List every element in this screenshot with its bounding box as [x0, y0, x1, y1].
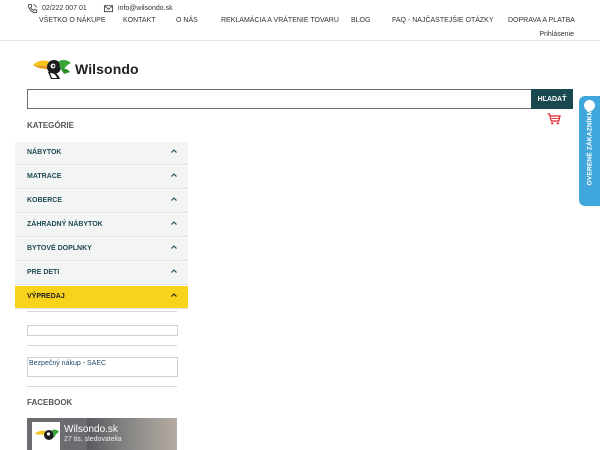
category-label: MATRACE: [27, 173, 62, 180]
phone-icon: [27, 3, 38, 14]
category-label: NÁBYTOK: [27, 149, 62, 156]
category-list: NÁBYTOK MATRACE KOBERCE ZÁHRADNÝ NÁBYTOK…: [15, 142, 188, 310]
category-item-zahradny-nabytok[interactable]: ZÁHRADNÝ NÁBYTOK: [15, 214, 188, 237]
mail-icon: [103, 5, 114, 13]
facebook-followers: 27 tis. sledovatelia: [64, 436, 122, 443]
toucan-avatar-icon: [35, 429, 59, 440]
divider: [27, 311, 177, 312]
search-button[interactable]: HĽADAŤ: [531, 89, 573, 109]
secure-shopping-box: Bezpečný nákup - SAEC: [27, 357, 178, 377]
category-label: BYTOVÉ DOPLNKY: [27, 245, 92, 252]
facebook-page-name: Wilsondo.sk: [64, 424, 118, 435]
category-item-bytove-doplnky[interactable]: BYTOVÉ DOPLNKY: [15, 238, 188, 261]
chevron-up-icon: [171, 221, 177, 225]
category-label: VÝPREDAJ: [27, 293, 65, 300]
chevron-up-icon: [171, 173, 177, 177]
nav-item-faq[interactable]: FAQ - NAJČASTEJŠIE OTÁZKY: [392, 17, 494, 24]
nav-item-doprava-a-platba[interactable]: DOPRAVA A PLATBA: [508, 17, 575, 24]
cart-button[interactable]: [547, 112, 561, 130]
nav-item-reklamacia[interactable]: REKLAMÁCIA A VRÁTENIE TOVARU: [221, 17, 339, 24]
verified-badge-label: OVERENÉ ZÁKAZNÍKMI: [586, 107, 594, 186]
phone-contact[interactable]: 02/222 007 01: [27, 3, 87, 14]
toucan-logo-icon: [33, 59, 71, 79]
category-item-vypredaj[interactable]: VÝPREDAJ: [15, 286, 188, 309]
nav-item-blog[interactable]: BLOG: [351, 17, 370, 24]
nav-item-o-nas[interactable]: O NÁS: [176, 17, 198, 24]
search-bar: HĽADAŤ: [27, 89, 573, 109]
search-input[interactable]: [27, 89, 532, 109]
email-address: info@wilsondo.sk: [118, 5, 173, 12]
widget-box: [27, 325, 178, 336]
site-logo[interactable]: Wilsondo: [28, 56, 139, 82]
category-item-matrace[interactable]: MATRACE: [15, 166, 188, 189]
category-item-pre-deti[interactable]: PRE DETI: [15, 262, 188, 285]
email-contact[interactable]: info@wilsondo.sk: [103, 3, 173, 14]
nav-item-vsetko-o-nakupe[interactable]: VŠETKO O NÁKUPE: [39, 17, 106, 24]
top-navigation: VŠETKO O NÁKUPE KONTAKT O NÁS REKLAMÁCIA…: [39, 17, 600, 29]
logo-text: Wilsondo: [75, 61, 139, 77]
chevron-up-icon: [171, 269, 177, 273]
facebook-title: FACEBOOK: [27, 398, 73, 407]
secure-shopping-link[interactable]: Bezpečný nákup - SAEC: [29, 360, 106, 367]
shopping-cart-icon: [547, 113, 561, 125]
login-link[interactable]: Prihlásenie: [539, 31, 574, 38]
divider: [27, 386, 177, 387]
facebook-page-avatar: [32, 422, 60, 450]
facebook-widget[interactable]: Wilsondo.sk 27 tis. sledovatelia: [27, 418, 177, 450]
category-label: PRE DETI: [27, 269, 60, 276]
chevron-up-icon: [171, 197, 177, 201]
category-item-nabytok[interactable]: NÁBYTOK: [15, 142, 188, 165]
verified-customers-badge[interactable]: OVERENÉ ZÁKAZNÍKMI: [579, 96, 600, 206]
top-bar: 02/222 007 01 info@wilsondo.sk VŠETKO O …: [0, 0, 600, 41]
chevron-up-icon: [171, 245, 177, 249]
categories-title: KATEGÓRIE: [27, 121, 74, 130]
chevron-up-icon: [171, 149, 177, 153]
chevron-up-icon: [171, 293, 177, 297]
phone-number: 02/222 007 01: [42, 5, 87, 12]
divider: [27, 345, 177, 346]
nav-item-kontakt[interactable]: KONTAKT: [123, 17, 156, 24]
category-label: ZÁHRADNÝ NÁBYTOK: [27, 221, 103, 228]
category-item-koberce[interactable]: KOBERCE: [15, 190, 188, 213]
category-label: KOBERCE: [27, 197, 63, 204]
